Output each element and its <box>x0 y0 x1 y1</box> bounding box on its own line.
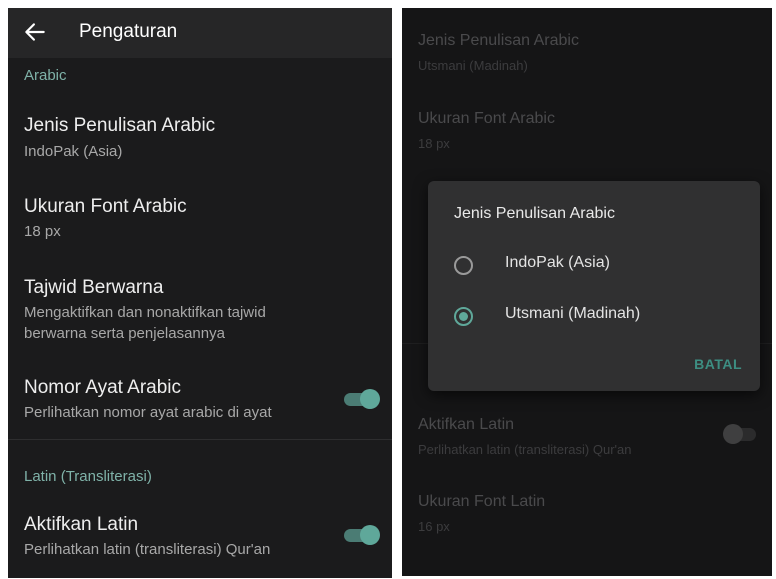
page-title: Pengaturan <box>79 21 178 42</box>
setting-title: Nomor Ayat Arabic <box>24 377 182 398</box>
nomor-ayat-toggle[interactable] <box>344 389 380 409</box>
setting-title: Jenis Penulisan Arabic <box>24 115 216 136</box>
radio-unselected-icon[interactable] <box>454 256 473 275</box>
app-bar: Pengaturan <box>8 8 392 58</box>
option-utsmani[interactable]: Utsmani (Madinah) <box>454 302 744 338</box>
setting-subtitle: Perlihatkan latin (transliterasi) Qur'an <box>418 442 632 457</box>
setting-subtitle: Perlihatkan latin (transliterasi) Qur'an <box>24 541 271 558</box>
setting-title: Ukuran Font Arabic <box>24 196 187 217</box>
setting-subtitle: 16 px <box>418 519 450 534</box>
setting-subtitle: 18 px <box>24 223 61 240</box>
settings-screen: Pengaturan Arabic Jenis Penulisan Arabic… <box>8 8 392 578</box>
setting-subtitle: 18 px <box>418 136 450 151</box>
setting-title: Jenis Penulisan Arabic <box>418 32 579 49</box>
aktifkan-latin-toggle[interactable] <box>344 525 380 545</box>
setting-title: Aktifkan Latin <box>24 514 139 535</box>
section-header-arabic: Arabic <box>24 67 67 84</box>
setting-title: Ukuran Font Arabic <box>418 110 555 127</box>
divider <box>8 439 392 440</box>
setting-title: Ukuran Font Latin <box>418 493 546 510</box>
setting-title: Aktifkan Latin <box>418 416 515 433</box>
aktifkan-latin-toggle <box>723 424 758 444</box>
setting-subtitle-line2: berwarna serta penjelasannya <box>24 325 225 342</box>
setting-subtitle: Perlihatkan nomor ayat arabic di ayat <box>24 404 272 421</box>
font-style-dialog: Jenis Penulisan Arabic IndoPak (Asia) Ut… <box>428 181 760 391</box>
setting-subtitle: Utsmani (Madinah) <box>418 58 528 73</box>
settings-screen-with-dialog: Jenis Penulisan Arabic Utsmani (Madinah)… <box>402 8 772 576</box>
setting-subtitle: IndoPak (Asia) <box>24 143 123 160</box>
setting-subtitle-line1: Mengaktifkan dan nonaktifkan tajwid <box>24 304 266 321</box>
option-label: IndoPak (Asia) <box>505 254 610 271</box>
back-arrow-icon[interactable] <box>22 19 48 45</box>
option-label: Utsmani (Madinah) <box>505 305 641 322</box>
cancel-button[interactable]: BATAL <box>694 356 742 372</box>
radio-selected-icon[interactable] <box>454 307 473 326</box>
section-header-latin: Latin (Transliterasi) <box>24 468 152 485</box>
setting-title: Tajwid Berwarna <box>24 277 164 298</box>
dialog-title: Jenis Penulisan Arabic <box>454 205 615 222</box>
option-indopak[interactable]: IndoPak (Asia) <box>454 251 744 287</box>
